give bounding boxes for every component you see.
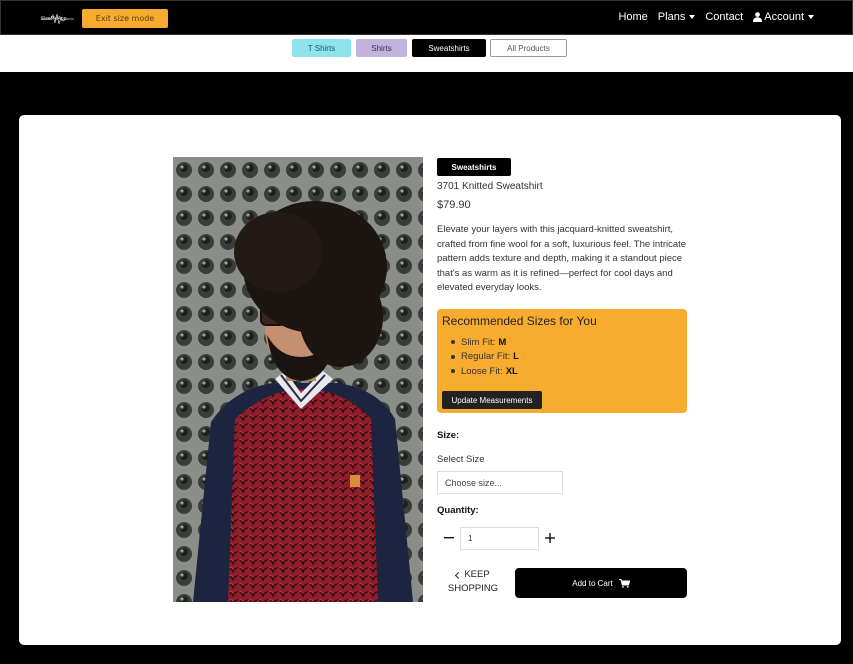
nav-plans-label: Plans (657, 11, 686, 23)
select-size-label: Select Size (437, 454, 485, 465)
size-label: Size: (437, 430, 460, 441)
cart-icon (618, 578, 630, 588)
list-item: Slim Fit: M (451, 335, 519, 350)
category-all-products-button[interactable]: All Products (490, 39, 567, 57)
chevron-down-icon (689, 15, 696, 19)
fit-label: Loose Fit: (461, 365, 503, 377)
fit-label: Regular Fit: (461, 351, 511, 363)
nav-home-link[interactable]: Home (618, 11, 647, 23)
nav-account-dropdown[interactable]: Account (753, 11, 814, 23)
bullet-icon (451, 340, 455, 345)
category-shirts-button[interactable]: Shirts (356, 39, 407, 57)
list-item: Loose Fit: XL (451, 364, 519, 379)
keep-shopping-label-top: KEEP (464, 569, 490, 580)
add-to-cart-label: Add to Cart (572, 578, 613, 588)
chevron-down-icon (808, 15, 814, 19)
logo-text: SizeMeApp (41, 16, 67, 22)
nav-account-label: Account (764, 11, 804, 23)
product-name: 3701 Knitted Sweatshirt (437, 181, 543, 192)
top-navbar: SizeMeApp Exit size mode Home Plans Cont… (0, 0, 853, 35)
product-description: Elevate your layers with this jacquard-k… (437, 224, 687, 293)
product-price: $79.90 (437, 199, 471, 211)
plus-icon[interactable] (544, 531, 556, 545)
minus-icon[interactable] (444, 531, 454, 545)
recommended-sizes-panel: Recommended Sizes for You Slim Fit: M Reg… (437, 309, 687, 413)
update-measurements-button[interactable]: Update Measurements (442, 391, 542, 409)
increment-glyph (545, 533, 555, 543)
nav-home-label: Home (618, 11, 648, 23)
quantity-input[interactable]: 1 (460, 527, 539, 550)
product-card (19, 115, 841, 645)
user-icon (753, 12, 763, 22)
product-photo-illustration (173, 157, 423, 602)
product-image (173, 157, 423, 602)
chevron-left-icon (455, 571, 463, 579)
decrement-glyph (444, 537, 454, 539)
fit-label: Slim Fit: (461, 336, 496, 348)
bullet-icon (451, 354, 455, 359)
nav-links: Home Plans Contact Account (608, 11, 814, 23)
category-filter-bar: T Shirts Shirts Sweatshirts All Products (0, 35, 853, 72)
quantity-label: Quantity: (437, 505, 479, 516)
bullet-icon (451, 369, 455, 374)
nav-contact-link[interactable]: Contact (705, 11, 743, 23)
size-select[interactable]: Choose size... (437, 471, 563, 494)
fit-size: M (498, 336, 507, 348)
fit-size: L (513, 351, 519, 363)
app-logo[interactable]: SizeMeApp (41, 12, 74, 26)
keep-shopping-link[interactable]: KEEP SHOPPING (447, 568, 499, 596)
recommended-sizes-title: Recommended Sizes for You (442, 314, 597, 328)
category-tshirts-button[interactable]: T Shirts (292, 39, 351, 57)
exit-size-mode-button[interactable]: Exit size mode (82, 9, 168, 28)
add-to-cart-button[interactable]: Add to Cart (515, 568, 687, 598)
fit-size: XL (505, 365, 518, 377)
keep-shopping-label-bottom: SHOPPING (447, 583, 499, 594)
nav-plans-dropdown[interactable]: Plans (658, 11, 696, 23)
category-badge: Sweatshirts (437, 158, 511, 176)
category-sweatshirts-button[interactable]: Sweatshirts (412, 39, 486, 57)
list-item: Regular Fit: L (451, 350, 519, 365)
recommended-sizes-list: Slim Fit: M Regular Fit: L Loose Fit: XL (451, 335, 519, 379)
nav-contact-label: Contact (705, 11, 744, 23)
